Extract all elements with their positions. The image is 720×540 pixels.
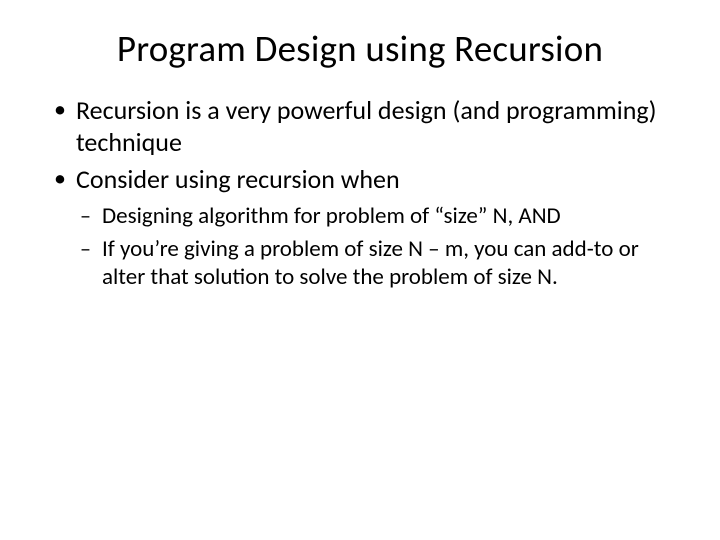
- bullet-text: Recursion is a very powerful design (and…: [76, 94, 657, 158]
- sub-bullet-list: Designing algorithm for problem of “size…: [76, 202, 670, 292]
- list-item: Recursion is a very powerful design (and…: [50, 95, 670, 158]
- slide-title: Program Design using Recursion: [50, 26, 670, 71]
- list-item: Designing algorithm for problem of “size…: [76, 202, 670, 231]
- bullet-text: Consider using recursion when: [76, 163, 400, 195]
- list-item: If you’re giving a problem of size N – m…: [76, 235, 670, 292]
- bullet-list: Recursion is a very powerful design (and…: [50, 95, 670, 292]
- sub-bullet-text: If you’re giving a problem of size N – m…: [102, 235, 639, 292]
- list-item: Consider using recursion when Designing …: [50, 164, 670, 291]
- sub-bullet-text: Designing algorithm for problem of “size…: [102, 202, 561, 230]
